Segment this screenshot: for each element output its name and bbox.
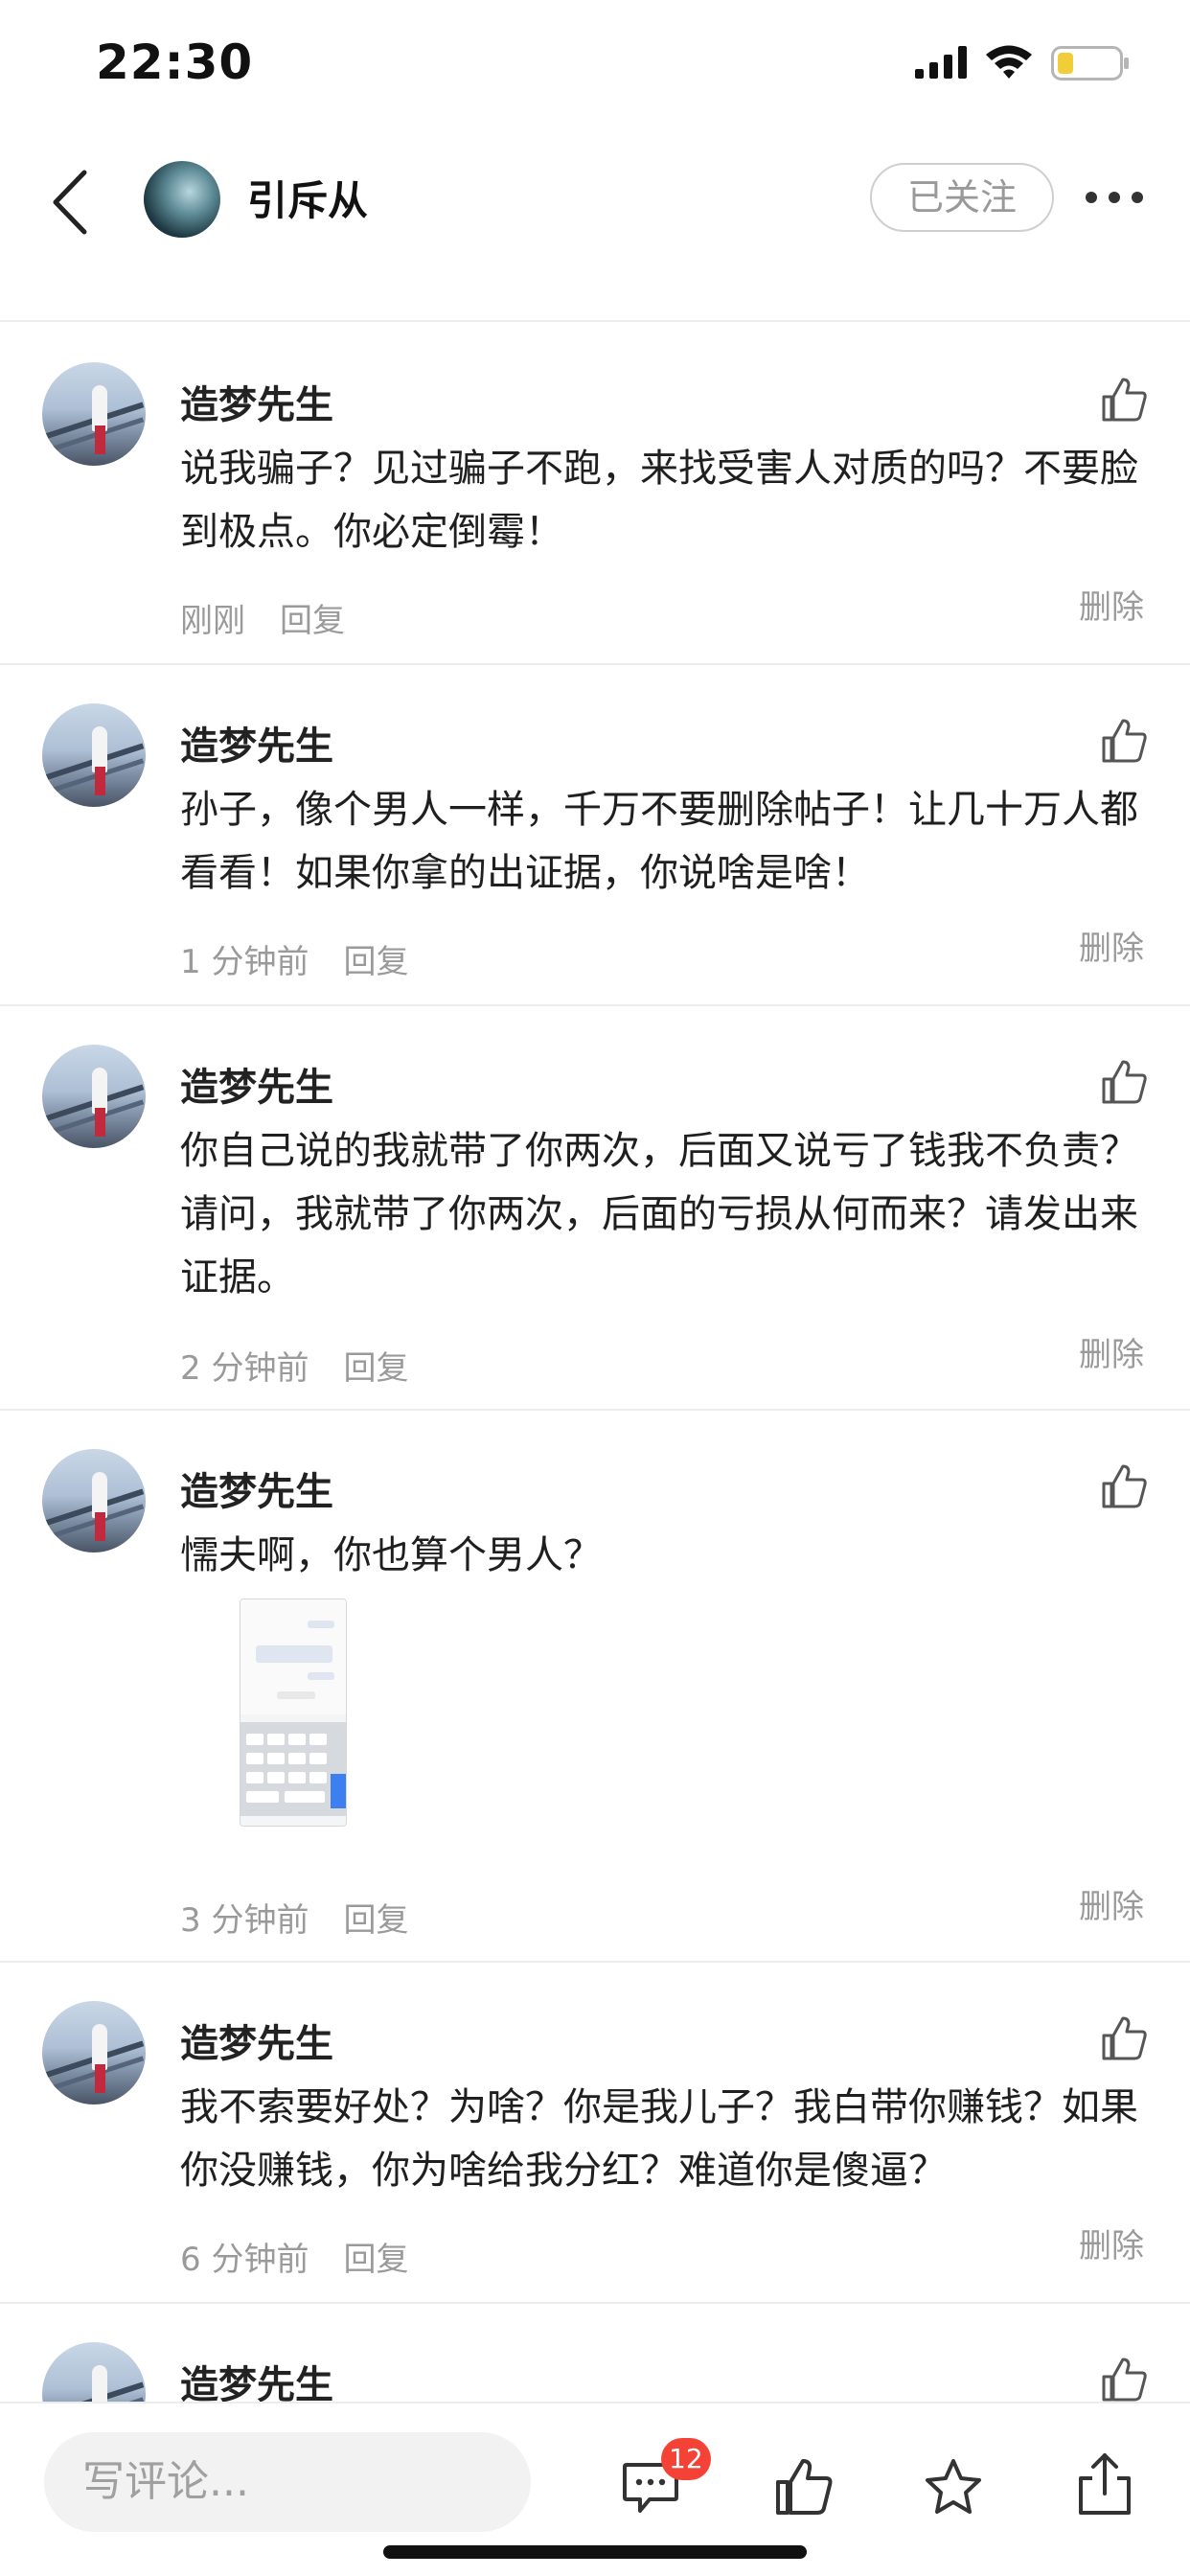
comment-meta: 刚刚 回复 [180,594,379,641]
commenter-avatar[interactable] [42,362,146,466]
delete-link[interactable]: 删除 [1079,922,1144,969]
comment-text: 我不索要好处？为啥？你是我儿子？我白带你赚钱？如果你没赚钱，你为啥给我分红？难道… [180,2085,1138,2193]
profile-username[interactable]: 引斥从 [247,169,368,227]
comment-image-thumbnail[interactable] [240,1598,347,1827]
reply-link[interactable]: 回复 [343,2241,408,2279]
commenter-name[interactable]: 造梦先生 [180,2354,333,2402]
delete-link[interactable]: 删除 [1079,581,1144,628]
comment-time: 刚刚 [180,602,245,640]
comment-text: 懦夫啊，你也算个男人？ [180,1533,602,1577]
nav-bar: 引斥从 已关注 [0,134,1190,322]
delete-link[interactable]: 删除 [1079,2220,1144,2266]
commenter-avatar[interactable] [42,1045,146,1148]
back-arrow-icon[interactable] [48,167,96,238]
comment-text: 说我骗子？见过骗子不跑，来找受害人对质的吗？不要脸到极点。你必定倒霉！ [180,447,1138,554]
commenter-avatar[interactable] [42,703,146,807]
commenter-name[interactable]: 造梦先生 [180,715,333,770]
comment-input[interactable]: 写评论... [44,2432,531,2532]
comment-text: 孙子，像个男人一样，千万不要删除帖子！让几十万人都看看！如果你拿的出证据，你说啥… [180,788,1138,895]
commenter-name[interactable]: 造梦先生 [180,1460,333,1516]
comment-count-badge: 12 [661,2438,711,2480]
comment-item: 造梦先生 说我骗子？见过骗子不跑，来找受害人对质的吗？不要脸到极点。你必定倒霉！… [0,324,1190,665]
delete-link[interactable]: 删除 [1079,1328,1144,1375]
like-icon[interactable] [1100,376,1148,424]
reply-link[interactable]: 回复 [280,602,345,640]
commenter-avatar[interactable] [42,2342,146,2402]
more-options-icon[interactable] [1085,186,1144,209]
reply-link[interactable]: 回复 [343,1349,408,1388]
profile-avatar[interactable] [144,161,220,238]
status-bar: 22:30 [0,0,1190,134]
reply-link[interactable]: 回复 [343,943,408,981]
comment-list: 造梦先生 说我骗子？见过骗子不跑，来找受害人对质的吗？不要脸到极点。你必定倒霉！… [0,324,1190,2402]
comment-meta: 3 分钟前 回复 [180,1894,443,1941]
follow-button[interactable]: 已关注 [870,163,1054,232]
favorite-star-icon[interactable] [924,2457,983,2517]
comment-item: 造梦先生 你自己说的我就带了你两次，后面又说亏了钱我不负责？请问，我就带了你两次… [0,1006,1190,1411]
bottom-action-bar: 写评论... 12 [0,2402,1190,2576]
delete-link[interactable]: 删除 [1079,1880,1144,1927]
comment-item: 造梦先生 我不索要好处？为啥？你是我儿子？我白带你赚钱？如果你没赚钱，你为啥给我… [0,1963,1190,2304]
like-icon[interactable] [1100,1058,1148,1106]
commenter-name[interactable]: 造梦先生 [180,2012,333,2068]
comment-text: 你自己说的我就带了你两次，后面又说亏了钱我不负责？请问，我就带了你两次，后面的亏… [180,1129,1138,1300]
commenter-name[interactable]: 造梦先生 [180,374,333,429]
like-icon[interactable] [1100,2356,1148,2402]
comment-time: 2 分钟前 [180,1349,309,1388]
status-time: 22:30 [96,34,254,90]
like-icon[interactable] [1100,2014,1148,2062]
comment-time: 1 分钟前 [180,943,309,981]
wifi-icon [986,45,1032,79]
like-icon[interactable] [774,2457,834,2517]
cellular-signal-icon [915,46,967,79]
commenter-avatar[interactable] [42,2001,146,2104]
comment-meta: 6 分钟前 回复 [180,2233,443,2280]
like-icon[interactable] [1100,1462,1148,1510]
battery-icon [1051,46,1129,80]
comment-item: 造梦先生 [0,2304,1190,2402]
commenter-avatar[interactable] [42,1449,146,1552]
comment-item: 造梦先生 孙子，像个男人一样，千万不要删除帖子！让几十万人都看看！如果你拿的出证… [0,665,1190,1006]
reply-link[interactable]: 回复 [343,1901,408,1940]
commenter-name[interactable]: 造梦先生 [180,1056,333,1112]
comment-item: 造梦先生 懦夫啊，你也算个男人？ 3 分钟前 回复 删除 [0,1411,1190,1963]
home-indicator [383,2545,807,2559]
comment-time: 3 分钟前 [180,1901,309,1940]
comment-meta: 1 分钟前 回复 [180,935,443,982]
like-icon[interactable] [1100,717,1148,765]
share-icon[interactable] [1075,2451,1134,2517]
comment-meta: 2 分钟前 回复 [180,1342,443,1389]
comment-time: 6 分钟前 [180,2241,309,2279]
